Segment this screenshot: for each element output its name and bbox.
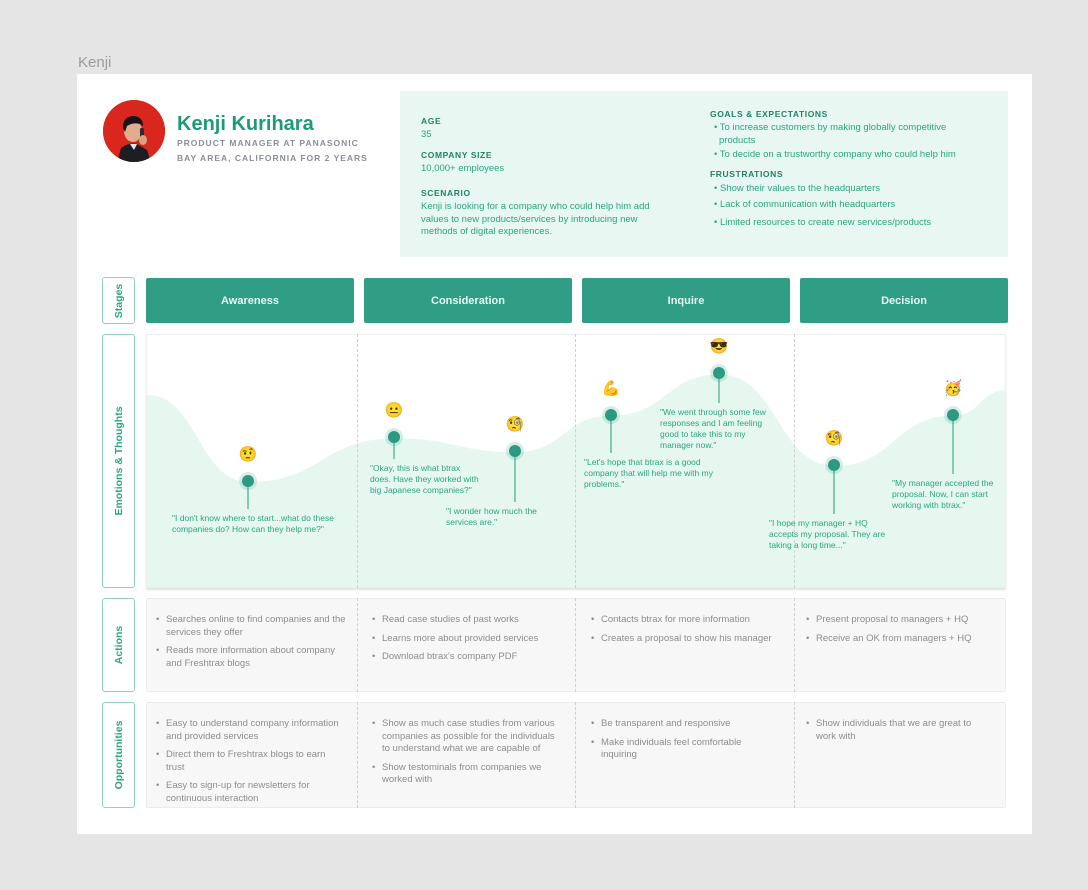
row-label-text: Emotions & Thoughts	[112, 406, 125, 516]
persona-location: BAY AREA, CALIFORNIA FOR 2 YEARS	[177, 153, 368, 163]
bullet-item: Easy to understand company information a…	[156, 718, 341, 743]
stage-decision: Decision	[800, 278, 1008, 323]
bullet-item: Be transparent and responsive	[591, 718, 776, 731]
monocle-face-icon: 🧐	[505, 416, 525, 434]
stage-divider	[357, 598, 358, 692]
row-label-emotions: Emotions & Thoughts	[102, 334, 135, 588]
persona-info-panel: AGE 35 COMPANY SIZE 10,000+ employees SC…	[400, 91, 1008, 257]
row-label-text: Stages	[112, 283, 125, 318]
row-label-actions: Actions	[102, 598, 135, 692]
stage-cell: Easy to understand company information a…	[156, 718, 341, 811]
age-value: 35	[421, 129, 432, 140]
neutral-face-icon: 😐	[384, 402, 404, 420]
avatar	[103, 100, 165, 162]
emotion-quote: "Okay, this is what btrax does. Have the…	[370, 463, 479, 495]
emotion-quote: "We went through some few responses and …	[660, 407, 766, 450]
party-face-icon: 🥳	[943, 379, 963, 397]
flexed-biceps-icon: 💪	[601, 379, 621, 397]
bullet-item: Searches online to find companies and th…	[156, 614, 351, 639]
bullet-item: Learns more about provided services	[372, 633, 567, 646]
emotion-point	[828, 458, 840, 471]
emotion-stem	[514, 451, 516, 502]
stage-awareness: Awareness	[146, 278, 354, 323]
emotion-point	[947, 408, 959, 421]
emotion-point	[605, 408, 617, 421]
skeptical-face-icon: 🤨	[238, 445, 258, 463]
company-size-label: COMPANY SIZE	[421, 150, 493, 160]
bullet-item: Show individuals that we are great to wo…	[806, 718, 991, 743]
bullet-item: Present proposal to managers + HQ	[806, 614, 996, 627]
emotion-quote: "I wonder how much the services are."	[446, 506, 537, 527]
stage-cell: Show as much case studies from various c…	[372, 718, 557, 793]
stage-cell: Contacts btrax for more information Creat…	[591, 614, 791, 651]
scenario-label: SCENARIO	[421, 188, 471, 198]
bullet-item: Download btrax's company PDF	[372, 651, 567, 664]
emotion-curve-area	[147, 374, 1005, 587]
emotion-stem	[952, 414, 954, 474]
stage-inquire: Inquire	[582, 278, 790, 323]
goals-label: GOALS & EXPECTATIONS	[710, 109, 828, 119]
frustration-item: • Limited resources to create new servic…	[714, 217, 932, 228]
bullet-item: Creates a proposal to show his manager	[591, 633, 791, 646]
stage-divider	[575, 598, 576, 692]
frame-label: Kenji	[78, 54, 112, 71]
bullet-item: Show testominals from companies we worke…	[372, 762, 557, 787]
emotion-quote: "Let's hope that btrax is a good company…	[584, 457, 713, 489]
goal-item: • To decide on a trustworthy company who…	[714, 149, 956, 160]
bullet-item: Receive an OK from managers + HQ	[806, 633, 996, 646]
scenario-text: Kenji is looking for a company who could…	[421, 201, 650, 237]
row-label-text: Actions	[112, 625, 125, 665]
emotion-quote: "I hope my manager + HQ accepts my propo…	[769, 518, 886, 550]
bullet-item: Reads more information about company and…	[156, 645, 351, 670]
age-label: AGE	[421, 116, 442, 126]
sunglasses-face-icon: 😎	[709, 338, 729, 356]
emotion-stem	[833, 464, 835, 514]
stage-divider	[357, 334, 358, 588]
stage-cell: Be transparent and responsive Make indivi…	[591, 718, 776, 768]
bullet-item: Make individuals feel comfortable inquir…	[591, 737, 776, 762]
persona-name: Kenji Kurihara	[177, 113, 314, 135]
stage-divider	[575, 334, 576, 588]
bullet-item: Show as much case studies from various c…	[372, 718, 557, 756]
bullet-item: Read case studies of past works	[372, 614, 567, 627]
stage-cell: Show individuals that we are great to wo…	[806, 718, 991, 749]
persona-role: PRODUCT MANAGER AT PANASONIC	[177, 138, 359, 148]
person-photo-icon	[103, 100, 165, 162]
stage-divider	[794, 702, 795, 808]
stage-cell: Present proposal to managers + HQ Receive…	[806, 614, 996, 651]
goal-item: • To increase customers by making global…	[714, 122, 947, 146]
row-label-text: Opportunities	[112, 720, 125, 790]
stage-cell: Read case studies of past works Learns mo…	[372, 614, 567, 670]
stage-cell: Searches online to find companies and th…	[156, 614, 351, 676]
emotion-quote: "My manager accepted the proposal. Now, …	[892, 478, 994, 510]
bullet-item: Easy to sign-up for newsletters for cont…	[156, 780, 341, 805]
bullet-item: Direct them to Freshtrax blogs to earn t…	[156, 749, 341, 774]
stage-divider	[357, 702, 358, 808]
emotion-quote: "I don't know where to start...what do t…	[172, 513, 334, 534]
bullet-item: Contacts btrax for more information	[591, 614, 791, 627]
stage-divider	[794, 598, 795, 692]
row-label-opportunities: Opportunities	[102, 702, 135, 808]
company-size-value: 10,000+ employees	[421, 163, 505, 174]
frustration-item: • Show their values to the headquarters	[714, 183, 880, 194]
frustration-item: • Lack of communication with headquarter…	[714, 199, 896, 210]
row-label-stages: Stages	[102, 277, 135, 324]
stage-consideration: Consideration	[364, 278, 572, 323]
emotion-point	[242, 474, 254, 487]
frustrations-label: FRUSTRATIONS	[710, 169, 784, 179]
monocle-face-icon: 🧐	[824, 429, 844, 447]
stage-divider	[575, 702, 576, 808]
